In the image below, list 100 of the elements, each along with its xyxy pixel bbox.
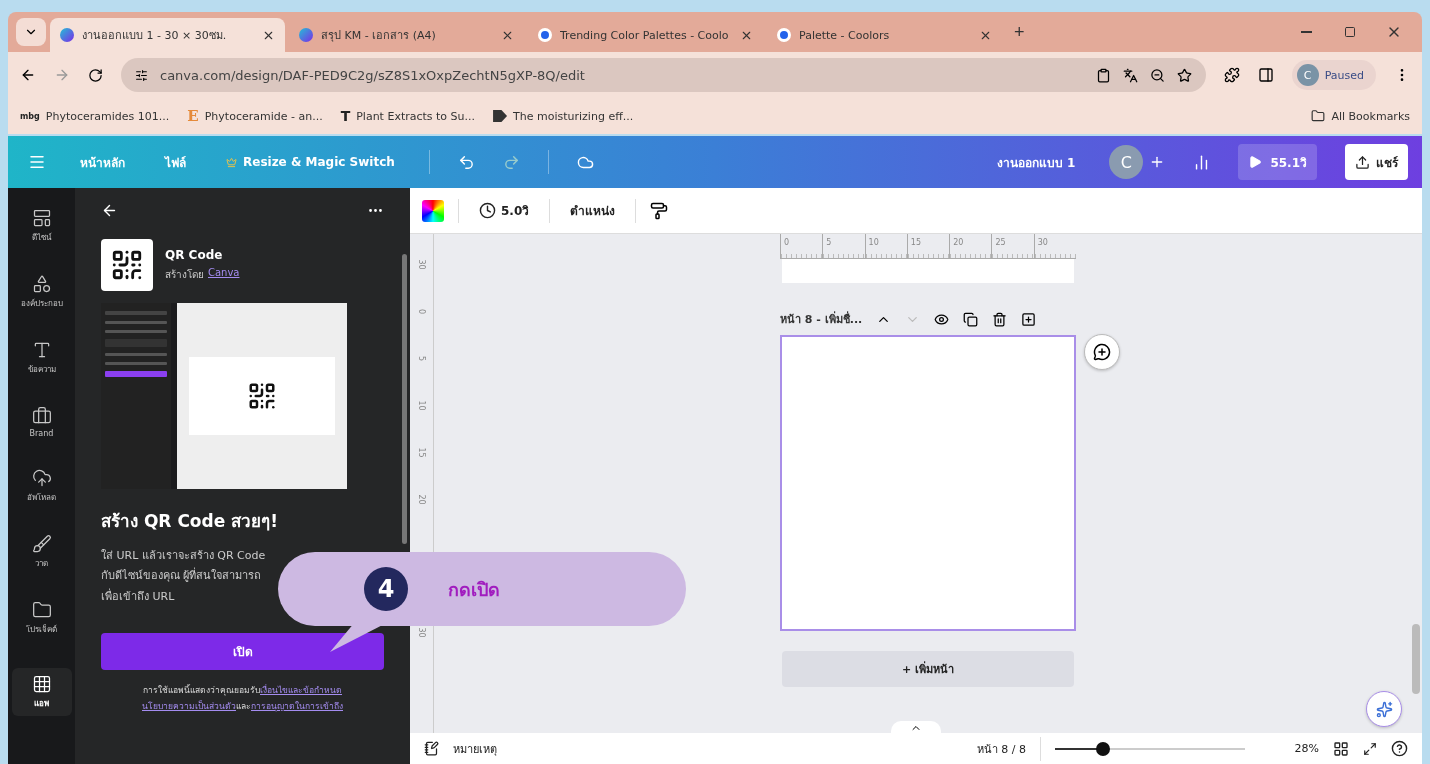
star-icon[interactable] xyxy=(1176,67,1192,83)
comment-plus-icon xyxy=(1093,343,1111,361)
back-icon[interactable] xyxy=(101,202,118,219)
paint-roller-icon[interactable] xyxy=(650,201,669,220)
sidebar-item[interactable]: อัพโหลด xyxy=(11,462,72,510)
cloud-upload-icon xyxy=(31,468,52,488)
notes-icon[interactable] xyxy=(424,741,439,756)
favicon-icon xyxy=(777,28,791,42)
grid-view-icon[interactable] xyxy=(1333,740,1349,757)
fullscreen-icon[interactable] xyxy=(1363,741,1377,756)
ruler-label: 15 xyxy=(417,447,426,458)
crown-icon xyxy=(226,156,237,168)
browser-tab[interactable]: Palette - Coolors xyxy=(767,18,1002,52)
translate-icon[interactable] xyxy=(1122,67,1138,83)
ruler-label: 30 xyxy=(1033,234,1076,258)
zoom-reading: 28% xyxy=(1293,742,1319,755)
callout-text: กดเปิด xyxy=(448,577,500,602)
description-text: เพื่อเข้าถึง URL xyxy=(101,587,176,605)
sidebar-item[interactable]: แอพ xyxy=(11,668,72,716)
terms-text: การใช้แอพนี้แสดงว่าคุณยอมรับ xyxy=(143,685,260,696)
upload-icon xyxy=(1355,154,1370,170)
duplicate-icon[interactable] xyxy=(963,311,979,327)
terms-link[interactable]: การอนุญาตในการเข้าถึง xyxy=(251,701,343,712)
bookmark[interactable]: T Plant Extracts to Su... xyxy=(340,108,476,124)
browser-tab[interactable]: งานออกแบบ 1 - 30 × 30ซม. xyxy=(50,18,285,52)
favicon-icon xyxy=(538,28,552,42)
app-name: QR Code xyxy=(165,248,224,262)
terms-link[interactable]: เงื่อนไขและข้อกำหนด xyxy=(260,685,342,696)
scrollbar[interactable] xyxy=(402,254,407,544)
add-page-button[interactable]: + เพิ่มหน้า xyxy=(782,651,1074,687)
author-label: สร้างโดย xyxy=(165,268,204,282)
ruler-label: 15 xyxy=(906,234,950,258)
expand-handle[interactable] xyxy=(891,721,941,735)
play-icon xyxy=(1248,155,1263,169)
comment-button[interactable] xyxy=(1084,334,1120,370)
minimize-icon xyxy=(1300,31,1312,33)
folder-icon xyxy=(31,600,52,620)
browser-tab[interactable]: สรุป KM - เอกสาร (A4) xyxy=(289,18,524,52)
undo-icon[interactable] xyxy=(457,153,475,171)
sidebar-item[interactable]: ข้อความ xyxy=(11,334,72,382)
reload-icon[interactable] xyxy=(88,67,103,83)
sidebar-item[interactable]: Brand xyxy=(11,400,72,444)
zoom-slider[interactable] xyxy=(1055,741,1245,756)
bookmark[interactable]: mbg Phytoceramides 101... xyxy=(20,109,170,123)
open-button[interactable]: เปิด xyxy=(101,633,384,671)
notes-label[interactable]: หมายเหตุ xyxy=(453,739,497,758)
clipboard-icon[interactable] xyxy=(1095,67,1111,83)
slider-thumb[interactable] xyxy=(1095,741,1110,756)
sidebar-item[interactable]: โปรเจ็คต์ xyxy=(11,594,72,642)
brush-icon xyxy=(31,534,52,554)
scrollbar[interactable] xyxy=(1412,624,1420,694)
address-bar[interactable]: canva.com/design/DAF-PED9C2g/sZ8S1xOxpZechtN5gXP-8Q/edit xyxy=(121,58,1206,92)
help-icon[interactable] xyxy=(1391,740,1408,757)
magic-button[interactable] xyxy=(1366,691,1402,727)
page-title[interactable]: หน้า 8 - เพิ่มชื่... xyxy=(780,310,863,328)
terms-link[interactable]: นโยบายความเป็นส่วนตัว xyxy=(142,701,236,712)
new-tab-button[interactable]: + xyxy=(1006,21,1033,43)
ruler-label: 5 xyxy=(417,355,426,362)
step-number: 4 xyxy=(364,567,408,611)
design-page[interactable] xyxy=(780,335,1076,631)
qr-code-icon xyxy=(110,248,144,282)
extensions-icon[interactable] xyxy=(1223,67,1240,83)
bookmark[interactable]: The moisturizing eff... xyxy=(493,109,634,123)
zoom-icon[interactable] xyxy=(1149,67,1165,83)
site-settings-icon[interactable] xyxy=(135,68,148,82)
sidebar-item[interactable]: ดีไซน์ xyxy=(11,202,72,250)
description-text: ใส่ URL แล้วเราจะสร้าง QR Code xyxy=(101,548,267,564)
color-picker-icon[interactable] xyxy=(422,199,444,222)
ruler-label: 0 xyxy=(780,234,823,258)
layout-icon xyxy=(31,208,52,228)
add-page-icon[interactable] xyxy=(1021,311,1037,327)
back-icon[interactable] xyxy=(20,67,36,83)
ruler-label: 10 xyxy=(864,234,907,258)
position-button[interactable]: ตำแหน่ง xyxy=(564,200,622,221)
all-bookmarks[interactable]: All Bookmarks xyxy=(1311,109,1410,123)
restore-icon xyxy=(1344,26,1356,38)
clock-icon xyxy=(479,202,496,219)
profile-button[interactable]: C Paused xyxy=(1291,60,1376,90)
browser-tab[interactable]: Trending Color Palettes - Coolo xyxy=(528,18,763,52)
share-button[interactable]: แชร์ xyxy=(1345,144,1408,180)
duration-button[interactable]: 5.0วิ xyxy=(473,200,536,221)
author-link[interactable]: Canva xyxy=(208,267,240,282)
design-title[interactable]: งานออกแบบ 1 xyxy=(990,151,1082,173)
sidebar-item[interactable]: องค์ประกอบ xyxy=(11,268,72,316)
side-panel-icon[interactable] xyxy=(1257,67,1274,83)
sparkle-icon xyxy=(1375,700,1393,718)
page-count[interactable]: หน้า 8 / 8 xyxy=(976,739,1026,758)
folder-icon xyxy=(1311,109,1326,123)
ruler-label: 5 xyxy=(822,234,865,258)
eye-icon[interactable] xyxy=(934,311,950,327)
bookmark[interactable]: E Phytoceramide - an... xyxy=(187,107,323,125)
app-heading: สร้าง QR Code สวยๆ! xyxy=(101,510,279,533)
ruler-label: 30 xyxy=(417,259,426,270)
trash-icon[interactable] xyxy=(992,311,1008,327)
sidebar-item[interactable]: วาด xyxy=(11,528,72,576)
favicon-icon xyxy=(60,28,74,42)
ruler-label: 25 xyxy=(991,234,1034,258)
present-button[interactable]: 55.1วิ xyxy=(1238,144,1317,180)
terms-text: และ xyxy=(236,701,251,712)
ruler-label: 30 xyxy=(417,627,426,638)
